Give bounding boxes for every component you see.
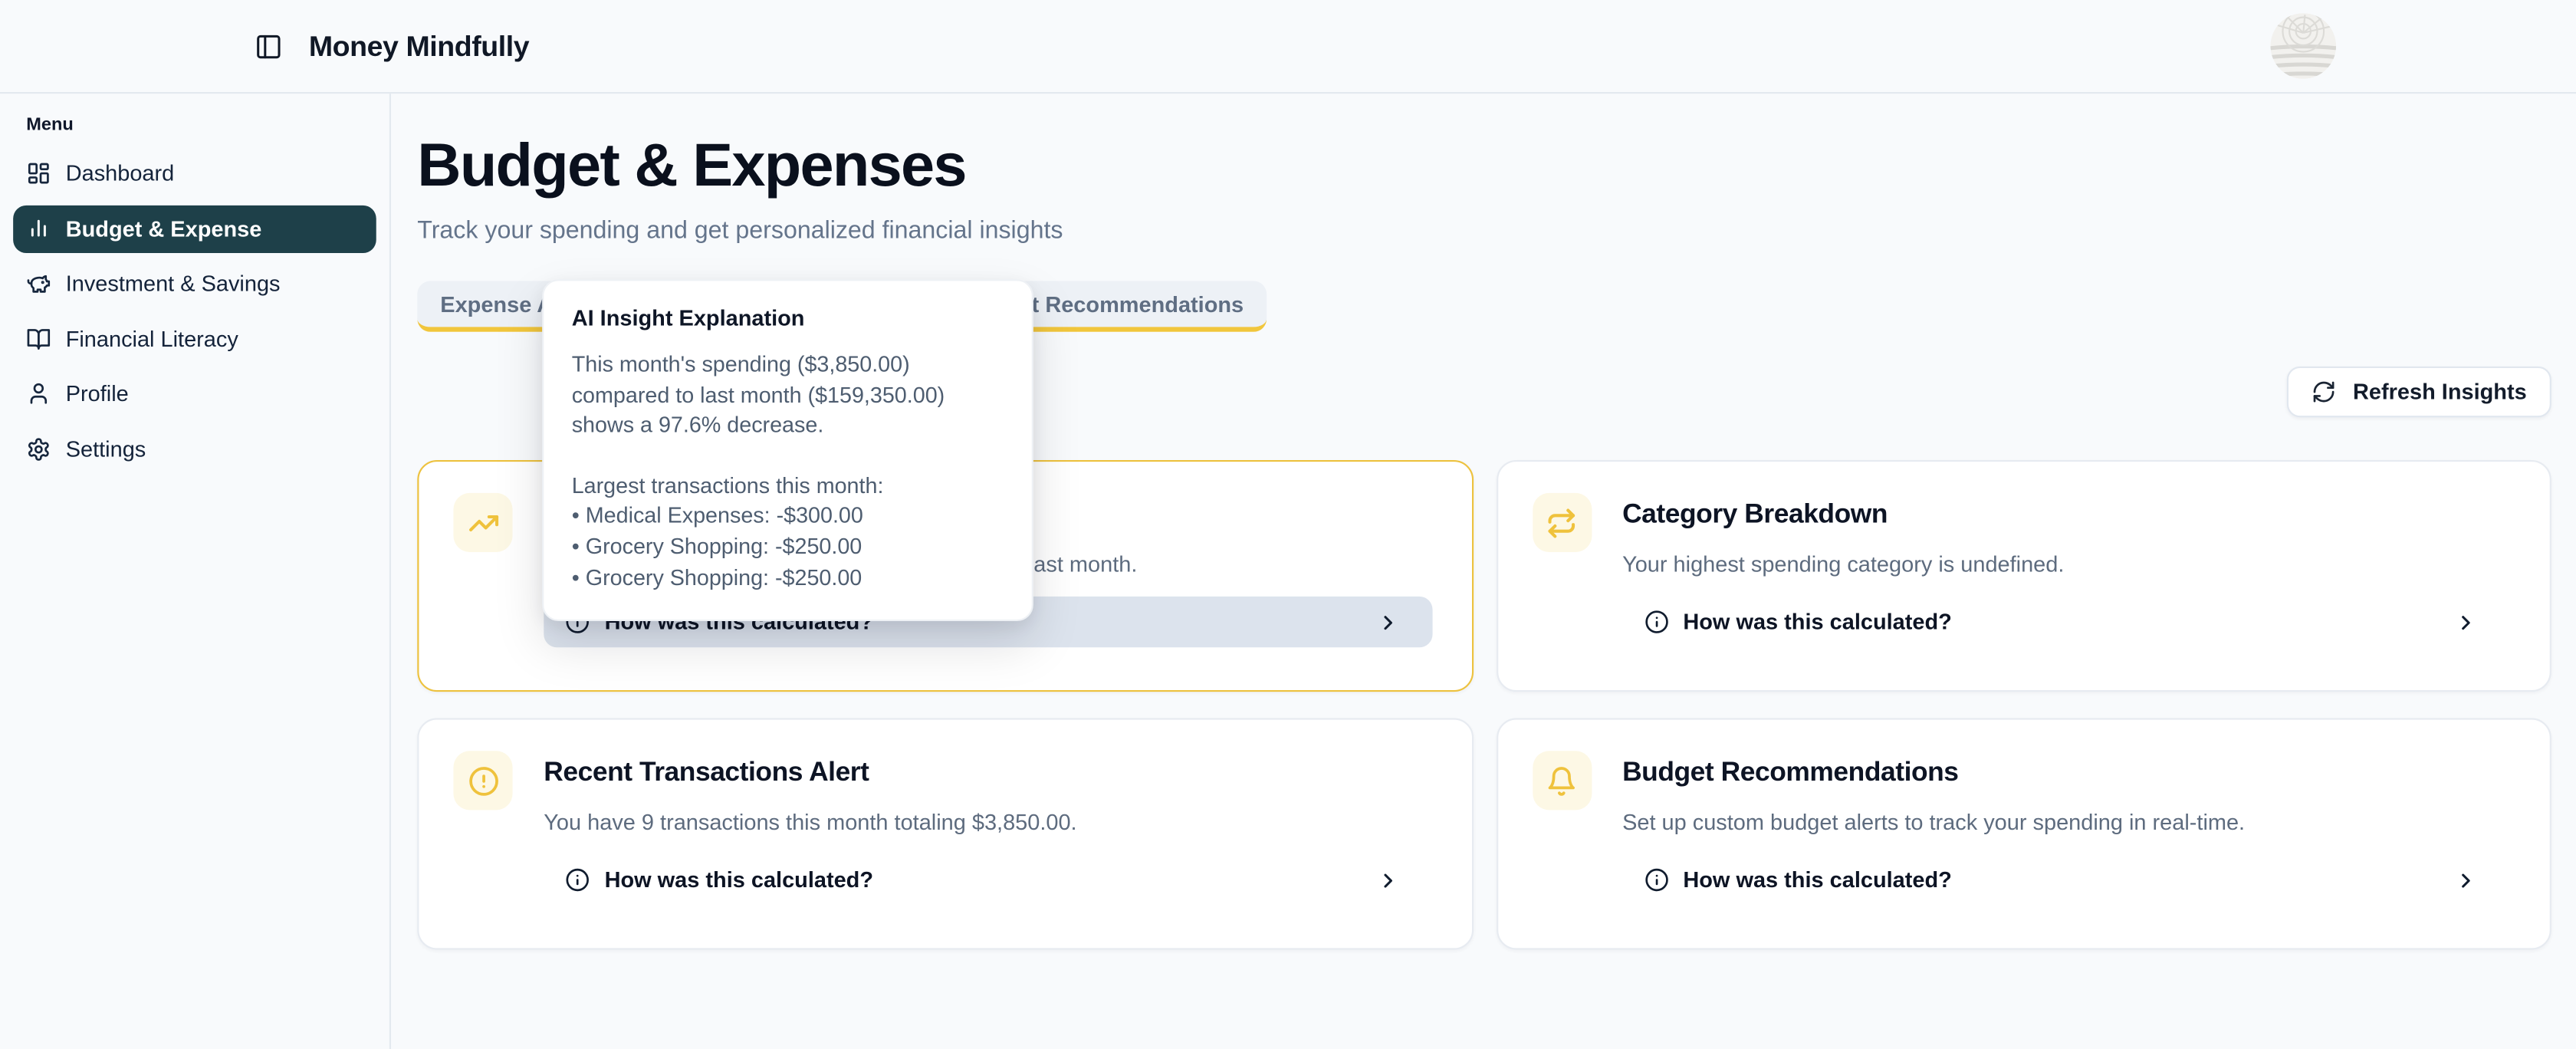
alert-circle-icon (453, 751, 512, 810)
piggy-bank-icon (26, 271, 51, 296)
sidebar-item-profile[interactable]: Profile (13, 370, 376, 417)
page-subtitle: Track your spending and get personalized… (417, 217, 2551, 245)
sidebar-item-label: Budget & Expense (66, 216, 262, 241)
insight-card-category-breakdown: Category Breakdown Your highest spending… (1496, 460, 2551, 692)
card-title: Category Breakdown (1622, 499, 2510, 531)
card-subtitle: Set up custom budget alerts to track you… (1622, 810, 2510, 834)
how-calculated-row[interactable]: How was this calculated? (1622, 854, 2510, 905)
repeat-icon (1532, 493, 1591, 552)
card-subtitle: You have 9 transactions this month total… (544, 810, 1431, 834)
insight-card-budget-recommendations: Budget Recommendations Set up custom bud… (1496, 718, 2551, 949)
how-calculated-row[interactable]: How was this calculated? (544, 854, 1431, 905)
refresh-insights-label: Refresh Insights (2353, 380, 2527, 404)
chevron-right-icon (1376, 610, 1399, 633)
gear-icon (26, 436, 51, 461)
sidebar-item-label: Settings (66, 436, 146, 461)
how-calculated-label: How was this calculated? (1683, 867, 1951, 892)
dashboard-grid-icon (26, 161, 51, 186)
sidebar-item-investment-savings[interactable]: Investment & Savings (13, 260, 376, 307)
info-icon (1644, 867, 1668, 892)
sidebar-item-budget-expense[interactable]: Budget & Expense (13, 205, 376, 252)
trending-up-icon (453, 493, 512, 552)
info-icon (1644, 610, 1668, 634)
sidebar-item-label: Financial Literacy (66, 326, 238, 350)
tooltip-bullet: Grocery Shopping: -$250.00 (572, 563, 1004, 594)
sidebar-menu-label: Menu (26, 115, 389, 135)
ai-insight-tooltip: AI Insight Explanation This month's spen… (542, 279, 1033, 621)
card-subtitle: Your highest spending category is undefi… (1622, 552, 2510, 577)
sidebar-toggle-button[interactable] (248, 26, 288, 65)
top-header: Money Mindfully (0, 0, 2576, 94)
refresh-insights-button[interactable]: Refresh Insights (2287, 367, 2551, 417)
sidebar-item-label: Dashboard (66, 161, 175, 186)
chevron-right-icon (2454, 610, 2477, 633)
how-calculated-label: How was this calculated? (605, 867, 873, 892)
tooltip-list-intro: Largest transactions this month: (572, 472, 1004, 502)
info-icon (565, 867, 590, 892)
chevron-right-icon (2454, 869, 2477, 892)
insight-card-recent-transactions: Recent Transactions Alert You have 9 tra… (417, 718, 1473, 949)
tooltip-bullet: Grocery Shopping: -$250.00 (572, 532, 1004, 563)
chevron-right-icon (1376, 869, 1399, 892)
sidebar-item-settings[interactable]: Settings (13, 425, 376, 472)
page-title: Budget & Expenses (417, 131, 2551, 200)
app-window: Money Mindfully (0, 0, 2576, 1049)
panel-left-icon (254, 32, 281, 60)
sidebar-item-dashboard[interactable]: Dashboard (13, 150, 376, 197)
sidebar-item-label: Profile (66, 381, 129, 406)
bar-chart-icon (26, 216, 51, 241)
tooltip-bullet: Medical Expenses: -$300.00 (572, 501, 1004, 532)
card-title: Recent Transactions Alert (544, 758, 1431, 789)
tooltip-summary: This month's spending ($3,850.00) compar… (572, 350, 1004, 442)
book-open-icon (26, 326, 51, 350)
bell-icon (1532, 751, 1591, 810)
user-avatar[interactable] (2270, 13, 2336, 79)
app-title: Money Mindfully (309, 29, 529, 64)
user-icon (26, 381, 51, 406)
sidebar-item-label: Investment & Savings (66, 271, 281, 296)
refresh-icon (2312, 380, 2336, 404)
card-title: Budget Recommendations (1622, 758, 2510, 789)
how-calculated-label: How was this calculated? (1683, 610, 1951, 634)
tooltip-title: AI Insight Explanation (572, 306, 1004, 330)
sidebar-item-financial-literacy[interactable]: Financial Literacy (13, 314, 376, 362)
sidebar: Menu Dashboard Budget & Expense Investme… (0, 94, 391, 1049)
how-calculated-row[interactable]: How was this calculated? (1622, 597, 2510, 647)
